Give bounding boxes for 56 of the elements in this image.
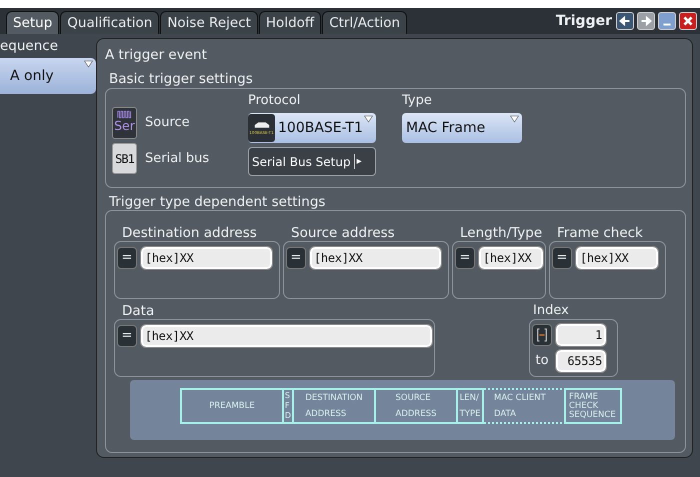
operator-button[interactable]: = (117, 247, 137, 269)
input-field[interactable]: 1 (556, 324, 606, 346)
tab[interactable]: Holdoff (258, 11, 322, 34)
range-button[interactable] (532, 324, 552, 346)
forward-icon[interactable] (637, 12, 655, 30)
window-title: Trigger (556, 12, 612, 30)
dropdown-arrow-icon (84, 60, 93, 68)
dropdown-arrow-icon (364, 115, 373, 123)
operator-button[interactable]: = (552, 247, 572, 269)
dropdown-arrow-icon (510, 115, 519, 123)
operator-button[interactable]: = (286, 247, 306, 269)
source-button[interactable]: Ser (112, 107, 137, 139)
back-icon[interactable] (616, 12, 634, 30)
frame-field: FRAME CHECK SEQUENCE (566, 388, 622, 424)
group-title: Trigger type dependent settings (109, 194, 326, 210)
tab[interactable]: Noise Reject (160, 11, 258, 34)
frame-field: SFD (284, 388, 294, 424)
car-icon (252, 121, 270, 130)
field-label: Index (533, 303, 570, 319)
group-title: Basic trigger settings (109, 71, 254, 87)
tab[interactable]: Ctrl/Action (322, 11, 408, 34)
tab[interactable]: Setup (6, 11, 60, 34)
frame-field: DESTINATION ADDRESS (294, 388, 376, 424)
field-label: Serial bus (145, 150, 210, 166)
range-icon (536, 328, 548, 342)
field-label: Length/Type (460, 225, 544, 241)
setup-button[interactable]: Serial Bus Setup ▸ (248, 147, 376, 176)
input-field[interactable]: [hex]XX (310, 247, 441, 269)
sequence-dropdown[interactable]: A only (0, 58, 96, 94)
waveform-icon (116, 110, 132, 119)
serial-bus-button[interactable]: SB1 (112, 143, 137, 174)
type-dropdown[interactable]: MAC Frame (402, 113, 522, 143)
input-field[interactable]: [hex]XX (479, 247, 543, 269)
operator-button[interactable]: = (117, 325, 137, 347)
input-field[interactable]: [hex]XX (141, 247, 272, 269)
input-field[interactable]: [hex]XX (140, 325, 432, 347)
sidebar-label: equence (0, 38, 60, 54)
close-icon[interactable] (679, 12, 697, 30)
section-title: A trigger event (105, 47, 208, 63)
frame-field: MAC CLIENT DATA (484, 388, 566, 424)
tab[interactable]: Qualification (60, 11, 160, 34)
field-label: Data (122, 303, 156, 319)
field-label: Source address (291, 225, 396, 241)
frame-field: SOURCE ADDRESS (376, 388, 458, 424)
field-label: Frame check (557, 225, 644, 241)
frame-field: PREAMBLE (180, 388, 284, 424)
input-field[interactable]: [hex]XX (576, 247, 658, 269)
input-field[interactable]: 65535 (556, 350, 606, 372)
minimize-icon[interactable] (658, 12, 676, 30)
field-label: Type (402, 93, 433, 109)
field-label: Source (145, 115, 190, 131)
frame-field: LEN/ TYPE (458, 388, 484, 424)
field-label: Protocol (248, 93, 302, 109)
operator-button[interactable]: = (455, 247, 475, 269)
field-label: to (534, 353, 550, 369)
field-label: Destination address (122, 225, 258, 241)
